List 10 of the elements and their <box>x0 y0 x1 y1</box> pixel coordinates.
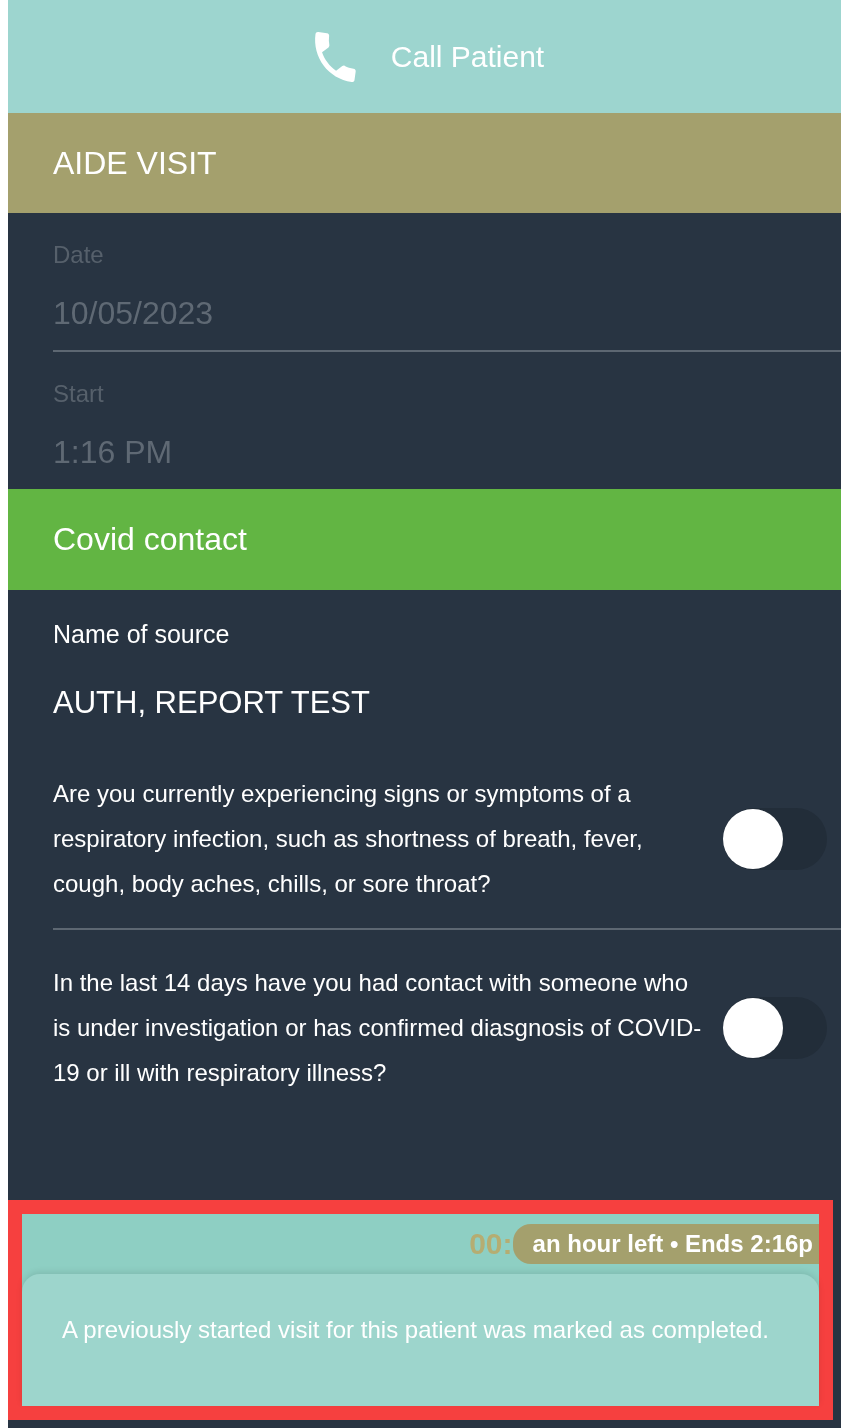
field-label: Name of source <box>53 620 231 649</box>
timer-text: 00: <box>469 1227 513 1261</box>
question-text: In the last 14 days have you had contact with someone who is under investigation or has confirmed diasgnosis of COVID-19 or ill with respiratory illness? <box>53 968 703 1088</box>
section-title: Covid contact <box>53 521 247 558</box>
visit-title: AIDE VISIT <box>53 144 217 182</box>
call-patient-button[interactable]: Call Patient <box>8 0 841 113</box>
toast-text: A previously started visit for this patient was marked as completed. <box>62 1316 769 1343</box>
time-remaining-badge: an hour left • Ends 2:16p <box>512 1224 819 1264</box>
field-value: AUTH, REPORT TEST <box>53 685 371 721</box>
question-text: Are you currently experiencing signs or symptoms of a respiratory infection, such as shortness of breath, fever, cough, body aches, chills, or sore throat? <box>53 779 644 899</box>
